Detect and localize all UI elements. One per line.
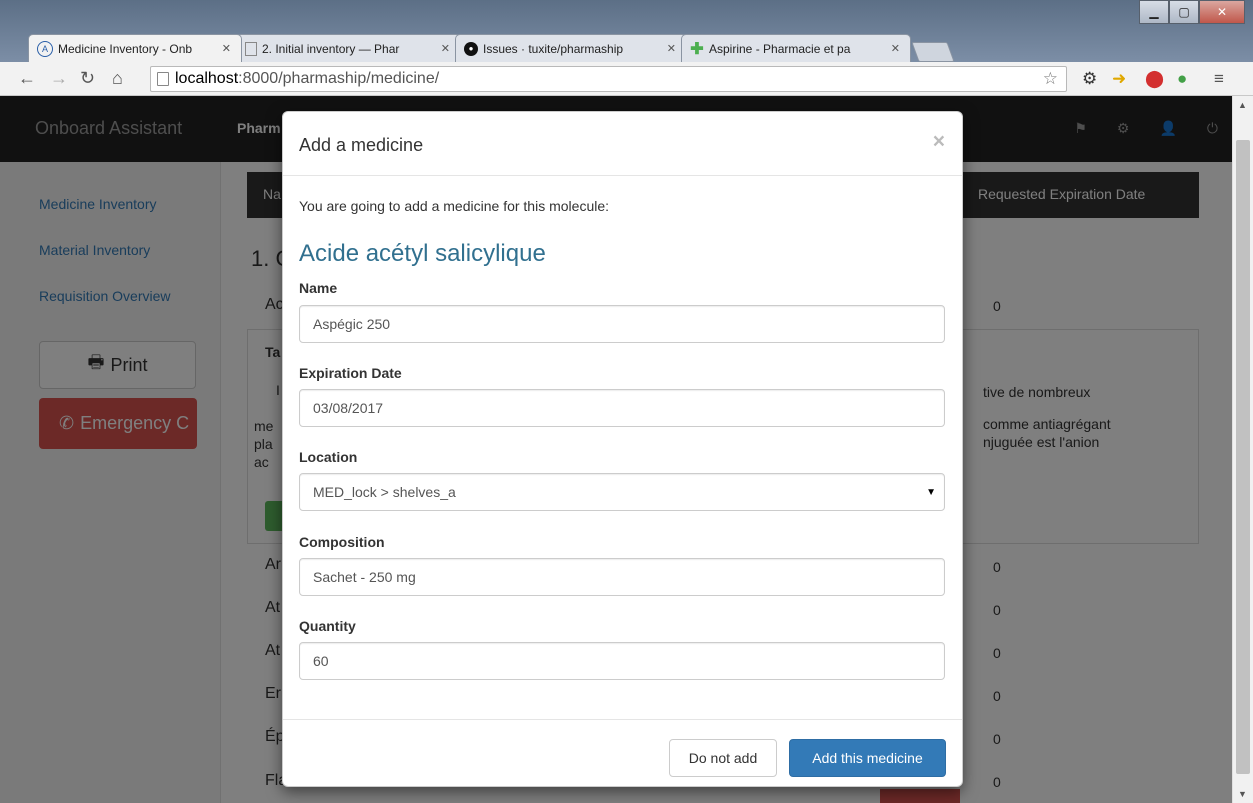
quantity-field[interactable]: 60: [299, 642, 945, 680]
home-icon[interactable]: ⌂: [112, 68, 123, 89]
reload-icon[interactable]: ↻: [80, 68, 95, 89]
web-page: Onboard Assistant Pharm ⚑ ⚙ 👤 ⏻ Medicine…: [0, 96, 1232, 803]
menu-icon[interactable]: ≡: [1214, 69, 1224, 89]
close-icon[interactable]: ×: [933, 130, 945, 154]
composition-label: Composition: [299, 534, 385, 550]
extension-arrow-icon[interactable]: ➜: [1112, 69, 1126, 89]
location-select[interactable]: MED_lock > shelves_a ▼: [299, 473, 945, 511]
tab-github-issues[interactable]: ● Issues · tuxite/pharmaship ✕: [455, 34, 687, 62]
name-field[interactable]: Aspégic 250: [299, 305, 945, 343]
modal-title: Add a medicine: [299, 135, 424, 155]
modal-header: Add a medicine ×: [283, 112, 962, 176]
green-cross-icon: ✚: [690, 40, 704, 58]
location-label: Location: [299, 449, 358, 465]
minimize-icon[interactable]: ▁: [1139, 0, 1169, 24]
composition-value: Sachet - 250 mg: [313, 569, 416, 585]
quantity-label: Quantity: [299, 618, 356, 634]
tab-title: Issues · tuxite/pharmaship: [483, 41, 624, 56]
modal-intro: You are going to add a medicine for this…: [299, 198, 610, 214]
tab-title: 2. Initial inventory — Phar: [262, 41, 400, 56]
app-logo-icon: A: [37, 40, 53, 57]
new-tab-button[interactable]: [911, 42, 955, 62]
forward-arrow-icon[interactable]: →: [50, 68, 68, 89]
close-tab-icon[interactable]: ✕: [441, 42, 450, 55]
scroll-down-icon[interactable]: ▼: [1238, 789, 1247, 799]
close-tab-icon[interactable]: ✕: [222, 42, 231, 55]
github-icon: ●: [464, 41, 478, 56]
opera-extension-icon[interactable]: ⬤: [1145, 69, 1164, 89]
caret-down-icon: ▼: [926, 486, 936, 498]
name-value: Aspégic 250: [313, 316, 391, 332]
close-tab-icon[interactable]: ✕: [891, 42, 900, 55]
browser-toolbar: ← → ↻ ⌂ localhost:8000/pharmaship/medici…: [0, 62, 1253, 96]
window-controls: ▁ ▢ ✕: [1139, 0, 1245, 24]
green-extension-icon[interactable]: ●: [1177, 69, 1187, 89]
add-medicine-modal: Add a medicine × You are going to add a …: [282, 111, 963, 787]
address-path: :8000/pharmaship/medicine/: [238, 70, 440, 87]
scrollbar-thumb[interactable]: [1236, 140, 1250, 774]
tab-aspirine[interactable]: ✚ Aspirine - Pharmacie et pa ✕: [681, 34, 911, 62]
back-arrow-icon[interactable]: ←: [18, 68, 36, 89]
modal-footer: Do not add Add this medicine: [283, 719, 962, 787]
close-window-icon[interactable]: ✕: [1199, 0, 1245, 24]
address-bar[interactable]: localhost:8000/pharmaship/medicine/ ☆: [150, 66, 1067, 92]
close-tab-icon[interactable]: ✕: [667, 42, 676, 55]
bookmark-star-icon[interactable]: ☆: [1043, 69, 1058, 89]
maximize-icon[interactable]: ▢: [1169, 0, 1199, 24]
page-scrollbar[interactable]: ▲ ▼: [1232, 96, 1253, 803]
name-label: Name: [299, 280, 338, 296]
tab-medicine-inventory[interactable]: A Medicine Inventory - Onb ✕: [28, 34, 242, 62]
browser-titlebar: A Medicine Inventory - Onb ✕ 2. Initial …: [0, 0, 1253, 62]
location-value: MED_lock > shelves_a: [313, 484, 456, 500]
molecule-name: Acide acétyl salicylique: [299, 240, 546, 267]
scroll-up-icon[interactable]: ▲: [1238, 100, 1247, 110]
quantity-value: 60: [313, 653, 329, 669]
do-not-add-button[interactable]: Do not add: [669, 739, 777, 777]
page-icon: [245, 41, 257, 56]
expiration-date-label: Expiration Date: [299, 365, 402, 381]
composition-field[interactable]: Sachet - 250 mg: [299, 558, 945, 596]
address-host: localhost: [175, 70, 239, 87]
expiration-date-field[interactable]: 03/08/2017: [299, 389, 945, 427]
tab-title: Medicine Inventory - Onb: [58, 41, 193, 56]
settings-gear-icon[interactable]: ⚙: [1082, 69, 1097, 89]
tab-strip: A Medicine Inventory - Onb ✕ 2. Initial …: [28, 34, 955, 62]
tab-initial-inventory[interactable]: 2. Initial inventory — Phar ✕: [236, 34, 461, 62]
tab-title: Aspirine - Pharmacie et pa: [709, 41, 851, 56]
page-icon: [157, 72, 169, 86]
expiration-date-value: 03/08/2017: [313, 400, 384, 416]
add-medicine-button[interactable]: Add this medicine: [789, 739, 946, 777]
